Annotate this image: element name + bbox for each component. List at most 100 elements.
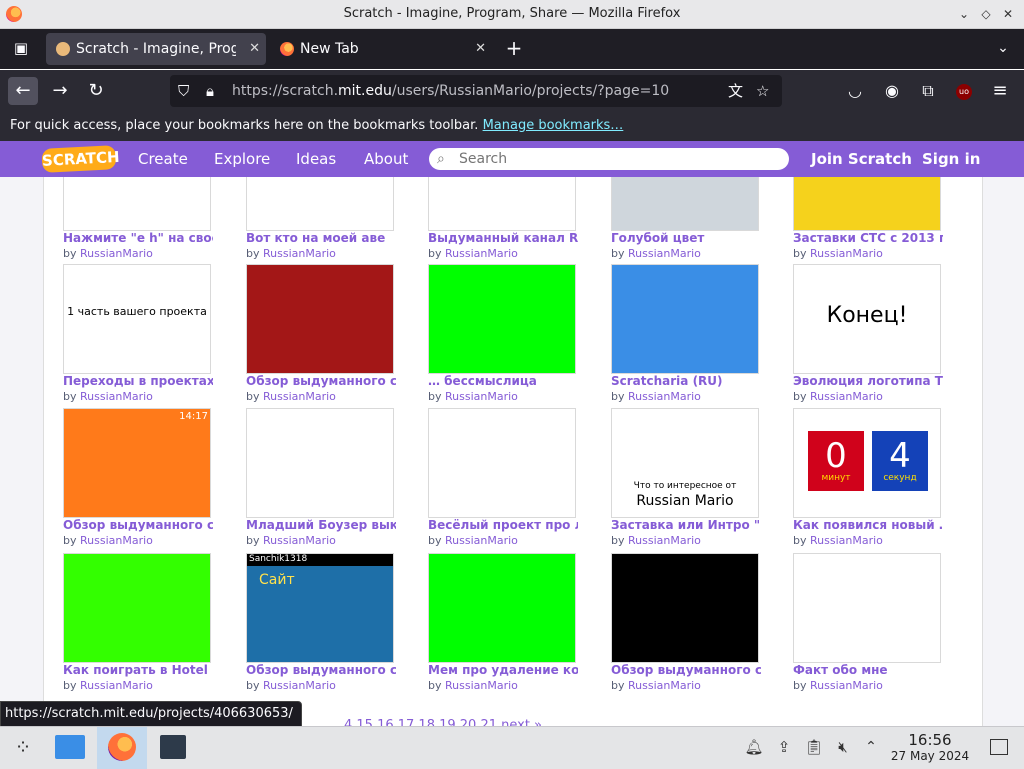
taskbar-firefox-icon[interactable] [97, 727, 147, 769]
project-author-link[interactable]: RussianMario [263, 679, 336, 692]
project-card[interactable]: Russian Mario Что то интересное от Заставк… [611, 408, 771, 547]
scratch-logo[interactable]: SCRATCH [41, 145, 120, 173]
project-thumbnail[interactable] [611, 264, 759, 374]
join-scratch-button[interactable]: Join Scratch [811, 141, 912, 177]
project-author-link[interactable]: RussianMario [628, 534, 701, 547]
nav-explore[interactable]: Explore [214, 141, 270, 177]
reload-icon[interactable]: ↻ [81, 77, 111, 105]
project-card[interactable]: Scratcharia (RU) by RussianMario [611, 264, 771, 403]
project-author-link[interactable]: RussianMario [628, 679, 701, 692]
show-desktop-icon[interactable] [988, 727, 1010, 769]
close-window-icon[interactable]: ✕ [999, 5, 1017, 23]
account-icon[interactable]: ◉ [877, 77, 907, 105]
project-title[interactable]: Эволюция логотипа Т… [793, 374, 943, 388]
project-thumbnail[interactable]: Конец! [793, 264, 941, 374]
url-bar[interactable]: ⛉ 🔒︎ https://scratch.mit.edu/users/Russi… [170, 75, 782, 107]
project-card[interactable]: Мем про удаление ко… by RussianMario [428, 553, 588, 692]
volume-muted-icon[interactable]: 🔇︎ [831, 727, 855, 769]
ublock-icon[interactable]: uo [949, 77, 979, 105]
project-author-link[interactable]: RussianMario [445, 679, 518, 692]
project-author-link[interactable]: RussianMario [80, 247, 153, 260]
project-thumbnail[interactable]: 14:17 [63, 408, 211, 518]
project-thumbnail[interactable]: 0 4 минут секунд [793, 408, 941, 518]
maximize-icon[interactable]: ◇ [977, 5, 995, 23]
project-title[interactable]: Как появился новый … [793, 518, 943, 532]
project-thumbnail[interactable] [246, 264, 394, 374]
project-title[interactable]: Вот кто на моей аве [246, 231, 396, 245]
project-title[interactable]: Выдуманный канал R… [428, 231, 578, 245]
back-icon[interactable]: ← [8, 77, 38, 105]
project-author-link[interactable]: RussianMario [810, 534, 883, 547]
project-thumbnail[interactable] [793, 177, 941, 231]
project-card[interactable]: Обзор выдуманного с… by RussianMario [611, 553, 771, 692]
project-card[interactable]: Как поиграть в Hotel … by RussianMario [63, 553, 223, 692]
clock[interactable]: 16:56 27 May 2024 [890, 731, 970, 763]
project-card[interactable]: Выдуманный канал R… by RussianMario [428, 177, 588, 260]
project-card[interactable]: Вот кто на моей аве by RussianMario [246, 177, 406, 260]
tray-expand-icon[interactable]: ⌃ [860, 727, 882, 769]
tracking-protection-icon[interactable]: ⛉ [178, 75, 189, 107]
project-card[interactable]: … бессмыслица by RussianMario [428, 264, 588, 403]
search-input[interactable] [459, 150, 779, 168]
new-tab-icon[interactable]: + [499, 34, 529, 62]
project-author-link[interactable]: RussianMario [80, 679, 153, 692]
project-thumbnail[interactable] [246, 408, 394, 518]
pocket-icon[interactable]: ◡ [840, 77, 870, 105]
project-author-link[interactable]: RussianMario [628, 247, 701, 260]
project-thumbnail[interactable] [611, 553, 759, 663]
project-card[interactable]: Весёлый проект про л… by RussianMario [428, 408, 588, 547]
translate-icon[interactable]: 文 [728, 75, 743, 107]
project-author-link[interactable]: RussianMario [80, 534, 153, 547]
bookmark-star-icon[interactable]: ☆ [756, 75, 769, 107]
project-author-link[interactable]: RussianMario [445, 534, 518, 547]
project-title[interactable]: Обзор выдуманного с… [63, 518, 213, 532]
tab-new-tab[interactable]: New Tab ✕ [270, 33, 492, 65]
project-author-link[interactable]: RussianMario [263, 390, 336, 403]
project-thumbnail[interactable]: Сайт Sanchik1318 [246, 553, 394, 663]
project-thumbnail[interactable] [63, 553, 211, 663]
project-title[interactable]: Мем про удаление ко… [428, 663, 578, 677]
url-text[interactable]: https://scratch.mit.edu/users/RussianMar… [232, 75, 669, 107]
project-title[interactable]: Как поиграть в Hotel … [63, 663, 213, 677]
project-card[interactable]: Голубой цвет by RussianMario [611, 177, 771, 260]
project-thumbnail[interactable]: Russian Mario Что то интересное от [611, 408, 759, 518]
project-author-link[interactable]: RussianMario [445, 390, 518, 403]
project-thumbnail[interactable] [428, 553, 576, 663]
notifications-icon[interactable]: 🔔︎ [742, 727, 766, 769]
project-card[interactable]: 14:17 Обзор выдуманного с… by RussianMario [63, 408, 223, 547]
project-title[interactable]: … бессмыслица [428, 374, 578, 388]
project-card[interactable]: Обзор выдуманного с… by RussianMario [246, 264, 406, 403]
file-manager-icon[interactable] [52, 727, 88, 769]
extensions-icon[interactable]: ⧉ [913, 77, 943, 105]
project-thumbnail[interactable] [428, 264, 576, 374]
project-thumbnail[interactable] [63, 177, 211, 231]
project-author-link[interactable]: RussianMario [810, 390, 883, 403]
project-card[interactable]: Младший Боузер вык… by RussianMario [246, 408, 406, 547]
clipboard-icon[interactable]: 📋︎ [802, 727, 826, 769]
project-title[interactable]: Заставка или Интро "… [611, 518, 761, 532]
lock-icon[interactable]: 🔒︎ [206, 75, 214, 107]
search-box[interactable]: ⌕ [429, 148, 789, 170]
list-all-tabs-icon[interactable]: ⌄ [988, 34, 1018, 62]
project-card[interactable]: 1 часть вашего проекта Переходы в проекта… [63, 264, 223, 403]
project-card[interactable]: Сайт Sanchik1318 Обзор выдуманного с… by Ru… [246, 553, 406, 692]
project-thumbnail[interactable] [793, 553, 941, 663]
project-title[interactable]: Заставки СТС с 2013 п… [793, 231, 943, 245]
project-author-link[interactable]: RussianMario [445, 247, 518, 260]
project-card[interactable]: 0 4 минут секунд Как появился новый … by Russ… [793, 408, 953, 547]
project-title[interactable]: Факт обо мне [793, 663, 943, 677]
project-thumbnail[interactable] [428, 408, 576, 518]
forward-icon[interactable]: → [45, 77, 75, 105]
project-title[interactable]: Весёлый проект про л… [428, 518, 578, 532]
tab-list-icon[interactable]: ▣ [6, 34, 36, 62]
project-author-link[interactable]: RussianMario [263, 534, 336, 547]
project-card[interactable]: Заставки СТС с 2013 п… by RussianMario [793, 177, 953, 260]
nav-ideas[interactable]: Ideas [296, 141, 336, 177]
project-card[interactable]: Конец! Эволюция логотипа Т… by RussianMari… [793, 264, 953, 403]
project-card[interactable]: Нажмите "e h" на свое… by RussianMario [63, 177, 223, 260]
project-title[interactable]: Обзор выдуманного с… [246, 663, 396, 677]
project-author-link[interactable]: RussianMario [80, 390, 153, 403]
pagination[interactable]: 4 15 16 17 18 19 20 21 next » [344, 718, 542, 726]
project-thumbnail[interactable] [428, 177, 576, 231]
project-title[interactable]: Голубой цвет [611, 231, 761, 245]
